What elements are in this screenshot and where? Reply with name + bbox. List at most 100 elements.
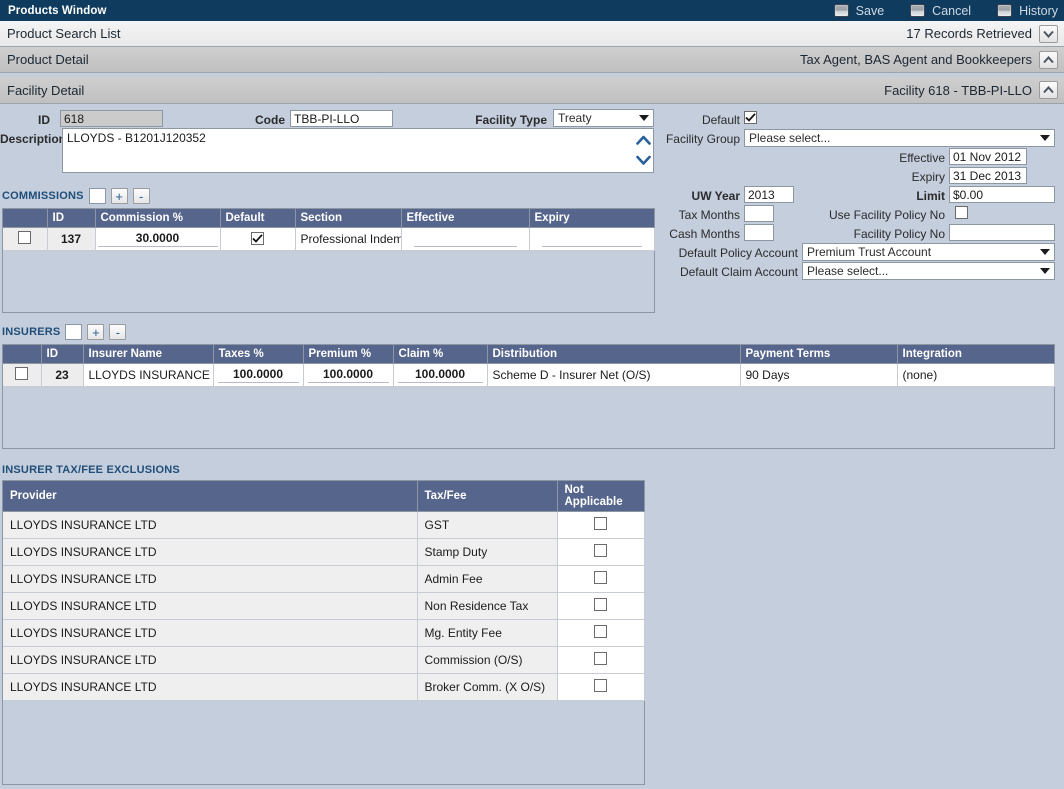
history-icon <box>997 4 1013 17</box>
facility-policy-no-field[interactable] <box>949 224 1055 241</box>
commissions-col-effective: Effective <box>401 209 530 228</box>
table-row[interactable]: LLOYDS INSURANCE LTD Stamp Duty <box>3 538 645 566</box>
commissions-row-expiry-cell[interactable] <box>529 227 655 251</box>
table-row[interactable]: 23 LLOYDS INSURANCE LTD Scheme D - Insur… <box>3 363 1055 387</box>
insurers-row-premium-cell[interactable] <box>303 363 394 387</box>
commissions-row-select-cell[interactable] <box>3 227 48 251</box>
not-applicable-checkbox[interactable] <box>594 652 607 665</box>
default-checkbox[interactable] <box>744 111 757 124</box>
use-facility-policy-no-checkbox[interactable] <box>955 206 968 219</box>
exclusion-tax-fee: Commission (O/S) <box>417 646 558 674</box>
table-row[interactable]: LLOYDS INSURANCE LTD Non Residence Tax <box>3 592 645 620</box>
facility-type-value: Treaty <box>558 111 592 125</box>
exclusion-provider: LLOYDS INSURANCE LTD <box>3 592 418 620</box>
table-row[interactable]: LLOYDS INSURANCE LTD Commission (O/S) <box>3 646 645 674</box>
claim-pct-field[interactable] <box>397 366 483 383</box>
commission-expiry-field[interactable] <box>541 230 642 247</box>
window-title: Products Window <box>8 4 107 17</box>
commissions-row-default-cell[interactable] <box>220 227 296 251</box>
exclusion-not-applicable-cell[interactable] <box>557 565 645 593</box>
description-value: LLOYDS - B1201J120352 <box>67 131 206 145</box>
commission-default-checkbox[interactable] <box>251 231 264 245</box>
insurers-add-button[interactable]: + <box>87 324 105 340</box>
exclusion-not-applicable-cell[interactable] <box>557 511 645 539</box>
commissions-add-button[interactable]: + <box>110 188 128 204</box>
default-label: Default <box>701 113 740 127</box>
not-applicable-checkbox[interactable] <box>594 517 607 530</box>
section-product-detail[interactable]: Product Detail Tax Agent, BAS Agent and … <box>0 47 1064 73</box>
commission-effective-field[interactable] <box>413 230 517 247</box>
expiry-field[interactable] <box>949 167 1027 184</box>
default-claim-account-select[interactable]: Please select... <box>802 262 1055 280</box>
table-row[interactable]: LLOYDS INSURANCE LTD Broker Comm. (X O/S… <box>3 673 645 701</box>
taxes-pct-field[interactable] <box>217 366 299 383</box>
commissions-row-id: 137 <box>47 227 96 251</box>
row-select-checkbox[interactable] <box>18 230 32 244</box>
expiry-label: Expiry <box>911 170 945 184</box>
exclusion-not-applicable-cell[interactable] <box>557 592 645 620</box>
exclusion-tax-fee: Non Residence Tax <box>417 592 558 620</box>
section-product-search-list[interactable]: Product Search List 17 Records Retrieved <box>0 21 1064 47</box>
commissions-row-commission-cell[interactable] <box>95 227 221 251</box>
cancel-button-label: Cancel <box>932 3 972 18</box>
limit-field[interactable] <box>949 186 1055 203</box>
records-retrieved-status: 17 Records Retrieved <box>906 26 1032 41</box>
table-row[interactable]: LLOYDS INSURANCE LTD Mg. Entity Fee <box>3 619 645 647</box>
commissions-table: ID Commission % Default Section Effectiv… <box>3 209 655 251</box>
facility-group-select[interactable]: Please select... <box>744 129 1055 147</box>
chevron-up-icon[interactable] <box>1039 81 1058 99</box>
insurers-col-insurer-name: Insurer Name <box>83 345 214 364</box>
row-select-checkbox[interactable] <box>15 366 29 380</box>
insurers-row-taxes-cell[interactable] <box>213 363 304 387</box>
use-facility-policy-no-label: Use Facility Policy No <box>828 208 945 222</box>
exclusion-tax-fee: Admin Fee <box>417 565 558 593</box>
table-row[interactable]: LLOYDS INSURANCE LTD Admin Fee <box>3 565 645 593</box>
default-policy-account-select[interactable]: Premium Trust Account <box>802 243 1055 261</box>
title-bar: Products Window Save Cancel History <box>0 0 1064 21</box>
save-button[interactable]: Save <box>833 4 884 18</box>
exclusion-not-applicable-cell[interactable] <box>557 646 645 674</box>
insurers-row-payment-terms: 90 Days <box>740 363 898 387</box>
chevron-down-icon[interactable] <box>1039 24 1058 43</box>
insurers-row-select-cell[interactable] <box>3 363 42 387</box>
commissions-grid: ID Commission % Default Section Effectiv… <box>2 208 655 313</box>
not-applicable-checkbox[interactable] <box>594 679 607 692</box>
premium-pct-field[interactable] <box>307 366 389 383</box>
uw-year-field[interactable] <box>744 186 794 203</box>
effective-field[interactable] <box>949 148 1027 165</box>
code-field[interactable] <box>290 110 393 127</box>
uw-year-label: UW Year <box>691 189 740 203</box>
insurers-row-insurer-name: LLOYDS INSURANCE LTD <box>83 363 214 387</box>
cancel-button[interactable]: Cancel <box>910 4 971 18</box>
insurers-row-claim-cell[interactable] <box>393 363 488 387</box>
facility-detail-status: Facility 618 - TBB-PI-LLO <box>884 82 1032 98</box>
tax-months-field[interactable] <box>744 205 774 222</box>
facility-group-label: Facility Group <box>665 132 740 146</box>
code-label: Code <box>255 113 285 127</box>
not-applicable-checkbox[interactable] <box>594 571 607 584</box>
chevron-up-icon[interactable] <box>1039 50 1058 69</box>
insurers-remove-button[interactable]: - <box>109 324 127 340</box>
exclusion-not-applicable-cell[interactable] <box>557 619 645 647</box>
cash-months-field[interactable] <box>744 224 774 241</box>
commissions-row-effective-cell[interactable] <box>401 227 530 251</box>
exclusion-not-applicable-cell[interactable] <box>557 538 645 566</box>
facility-type-select[interactable]: Treaty <box>553 109 654 127</box>
section-facility-detail[interactable]: Facility Detail Facility 618 - TBB-PI-LL… <box>0 77 1064 104</box>
tax-months-label: Tax Months <box>678 208 740 222</box>
not-applicable-checkbox[interactable] <box>594 544 607 557</box>
not-applicable-checkbox[interactable] <box>594 625 607 638</box>
table-row[interactable]: LLOYDS INSURANCE LTD GST <box>3 511 645 539</box>
chevron-down-icon[interactable] <box>636 154 651 168</box>
exclusions-title: INSURER TAX/FEE EXCLUSIONS <box>2 464 180 476</box>
commission-pct-field[interactable] <box>97 230 218 247</box>
insurers-row-id: 23 <box>41 363 84 387</box>
not-applicable-checkbox[interactable] <box>594 598 607 611</box>
exclusion-provider: LLOYDS INSURANCE LTD <box>3 673 418 701</box>
commissions-header-row: ID Commission % Default Section Effectiv… <box>3 209 655 228</box>
table-row[interactable]: 137 Professional Indemni <box>3 227 655 251</box>
exclusion-not-applicable-cell[interactable] <box>557 673 645 701</box>
history-button[interactable]: History <box>997 4 1058 18</box>
description-textarea[interactable]: LLOYDS - B1201J120352 <box>62 128 654 173</box>
commissions-remove-button[interactable]: - <box>132 188 150 204</box>
